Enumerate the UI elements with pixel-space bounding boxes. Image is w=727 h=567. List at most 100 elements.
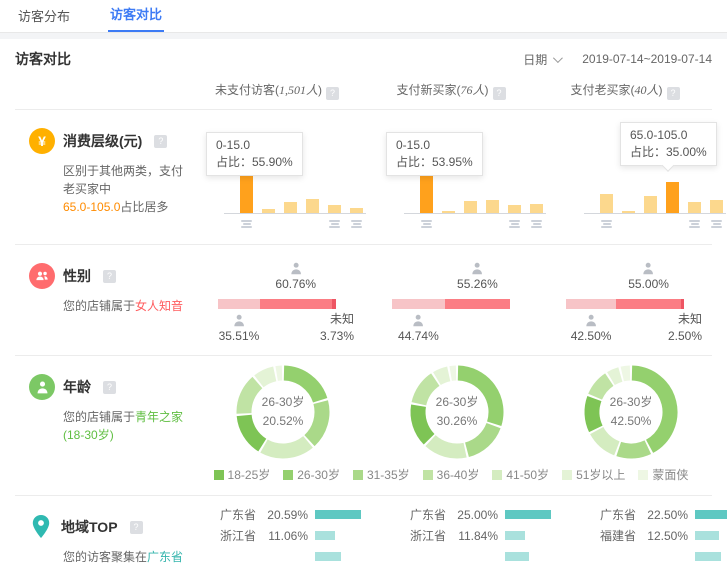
consume-chart-unpaid[interactable]: 0-15.0 占比：55.90% bbox=[220, 116, 370, 236]
gender-bar bbox=[392, 299, 510, 309]
legend-label: 41-50岁 bbox=[506, 466, 549, 483]
help-icon[interactable]: ? bbox=[326, 87, 339, 100]
female-stat: 60.76% bbox=[275, 261, 316, 291]
region-bar bbox=[505, 510, 551, 519]
help-icon[interactable]: ? bbox=[103, 270, 116, 283]
axis-tick bbox=[351, 219, 362, 229]
legend-swatch bbox=[562, 470, 572, 480]
column-header-old-buyers: 支付老买家(40人)? bbox=[538, 81, 712, 100]
panel-header: 访客对比 日期 2019-07-14~2019-07-14 bbox=[15, 39, 712, 79]
date-range-value[interactable]: 2019-07-14~2019-07-14 bbox=[582, 52, 712, 66]
date-type-select[interactable]: 日期 bbox=[523, 51, 560, 68]
legend-item: 31-35岁 bbox=[353, 466, 410, 483]
tab-visitor-distribution[interactable]: 访客分布 bbox=[16, 0, 72, 32]
col-count: 40人 bbox=[634, 83, 658, 97]
region-bar bbox=[315, 531, 335, 540]
legend-item: 51岁以上 bbox=[562, 466, 625, 483]
region-row: 浙江省11.84% bbox=[410, 525, 570, 546]
unknown-stat: 未知 2.50% bbox=[668, 311, 702, 345]
female-icon bbox=[288, 261, 303, 276]
region-percent: 11.06% bbox=[262, 529, 308, 543]
help-icon[interactable]: ? bbox=[493, 87, 506, 100]
help-icon[interactable]: ? bbox=[667, 87, 680, 100]
col-label-close: ) bbox=[659, 83, 663, 97]
gender-chart-old-buyers[interactable]: 55.00% 42.50% 未知 2.50% bbox=[566, 261, 684, 347]
desc-text: 区别于其他两类，支付老买家中 bbox=[63, 164, 183, 196]
axis-tick bbox=[531, 219, 542, 229]
row-title-consume: 消费层级(元) bbox=[63, 131, 142, 151]
desc-text: 您的访客聚集在 bbox=[63, 550, 147, 564]
map-pin-icon bbox=[29, 514, 53, 540]
bar[interactable] bbox=[464, 201, 477, 213]
age-donut-old-buyers[interactable]: 26-30岁 42.50% bbox=[583, 364, 679, 460]
help-icon[interactable]: ? bbox=[130, 521, 143, 534]
bar[interactable] bbox=[644, 196, 657, 213]
visitor-compare-panel: 访客对比 日期 2019-07-14~2019-07-14 未支付访客(1,50… bbox=[0, 39, 727, 567]
region-bar bbox=[505, 552, 529, 561]
bar[interactable] bbox=[262, 209, 275, 213]
region-row: 广东省20.59% bbox=[220, 504, 380, 525]
donut-age-percent: 42.50% bbox=[611, 412, 652, 431]
region-name: 浙江省 bbox=[220, 527, 262, 544]
row-title-age: 年龄 bbox=[63, 377, 91, 397]
currency-icon: ¥ bbox=[29, 128, 55, 154]
region-bar bbox=[505, 531, 525, 540]
legend-swatch bbox=[353, 470, 363, 480]
bar[interactable] bbox=[442, 211, 455, 213]
bar[interactable] bbox=[350, 208, 363, 213]
legend-swatch bbox=[492, 470, 502, 480]
region-name: 福建省 bbox=[600, 527, 642, 544]
axis-tick bbox=[601, 219, 612, 229]
desc-text: 占比居多 bbox=[120, 200, 168, 214]
axis-tick bbox=[689, 219, 700, 229]
row-desc-gender: 您的店铺属于女人知音 bbox=[63, 297, 190, 315]
region-bar bbox=[315, 552, 341, 561]
gender-chart-unpaid[interactable]: 60.76% 35.51% 未知 3.73% bbox=[218, 261, 336, 347]
gender-chart-new-buyers[interactable]: 55.26% 44.74% bbox=[392, 261, 510, 347]
help-icon[interactable]: ? bbox=[103, 381, 116, 394]
row-consume-level: ¥ 消费层级(元) ? 区别于其他两类，支付老买家中 65.0-105.0占比居… bbox=[15, 110, 712, 245]
region-list-unpaid: 广东省20.59% 浙江省11.06% bbox=[220, 504, 380, 567]
region-row: 广东省25.00% bbox=[410, 504, 570, 525]
legend-swatch bbox=[283, 470, 293, 480]
col-label: 支付新买家( bbox=[396, 83, 460, 97]
bar[interactable] bbox=[710, 200, 723, 213]
region-name: 浙江省 bbox=[410, 527, 452, 544]
help-icon[interactable]: ? bbox=[154, 135, 167, 148]
bar[interactable] bbox=[666, 182, 679, 213]
tooltip-share: 占比：53.95% bbox=[396, 154, 473, 171]
age-donut-unpaid[interactable]: 26-30岁 20.52% bbox=[235, 364, 331, 460]
legend-item: 36-40岁 bbox=[423, 466, 480, 483]
tab-visitor-compare[interactable]: 访客对比 bbox=[108, 0, 164, 32]
bar[interactable] bbox=[622, 211, 635, 213]
male-percent: 44.74% bbox=[398, 329, 439, 343]
region-bar bbox=[695, 552, 721, 561]
bar[interactable] bbox=[284, 202, 297, 213]
region-list-new-buyers: 广东省25.00% 浙江省11.84% bbox=[410, 504, 570, 567]
bar[interactable] bbox=[530, 204, 543, 213]
female-segment bbox=[445, 299, 510, 309]
legend-swatch bbox=[638, 470, 648, 480]
consume-chart-old-buyers[interactable]: 65.0-105.0 占比：35.00% bbox=[580, 116, 727, 236]
age-donut-new-buyers[interactable]: 26-30岁 30.26% bbox=[409, 364, 505, 460]
region-row: 浙江省11.06% bbox=[220, 525, 380, 546]
age-legend: 18-25岁 26-30岁 31-35岁 36-40岁 41-50岁 51岁以上… bbox=[190, 460, 712, 495]
region-bar bbox=[695, 510, 727, 519]
col-count: 1,501人 bbox=[279, 83, 318, 97]
bar[interactable] bbox=[688, 202, 701, 213]
bar[interactable] bbox=[328, 205, 341, 213]
bar[interactable] bbox=[486, 200, 499, 213]
row-title-gender: 性别 bbox=[63, 266, 91, 286]
axis-tick bbox=[329, 219, 340, 229]
female-segment bbox=[260, 299, 332, 309]
region-row: 广东省22.50% bbox=[600, 504, 727, 525]
bar[interactable] bbox=[600, 194, 613, 213]
donut-center-label: 26-30岁 30.26% bbox=[409, 364, 505, 460]
donut-center-label: 26-30岁 42.50% bbox=[583, 364, 679, 460]
bar[interactable] bbox=[508, 205, 521, 213]
consume-chart-new-buyers[interactable]: 0-15.0 占比：53.95% bbox=[400, 116, 550, 236]
desc-text: 您的店铺属于 bbox=[63, 299, 135, 313]
top-tabbar: 访客分布 访客对比 bbox=[0, 0, 727, 33]
bar[interactable] bbox=[306, 199, 319, 213]
male-icon bbox=[411, 313, 426, 328]
